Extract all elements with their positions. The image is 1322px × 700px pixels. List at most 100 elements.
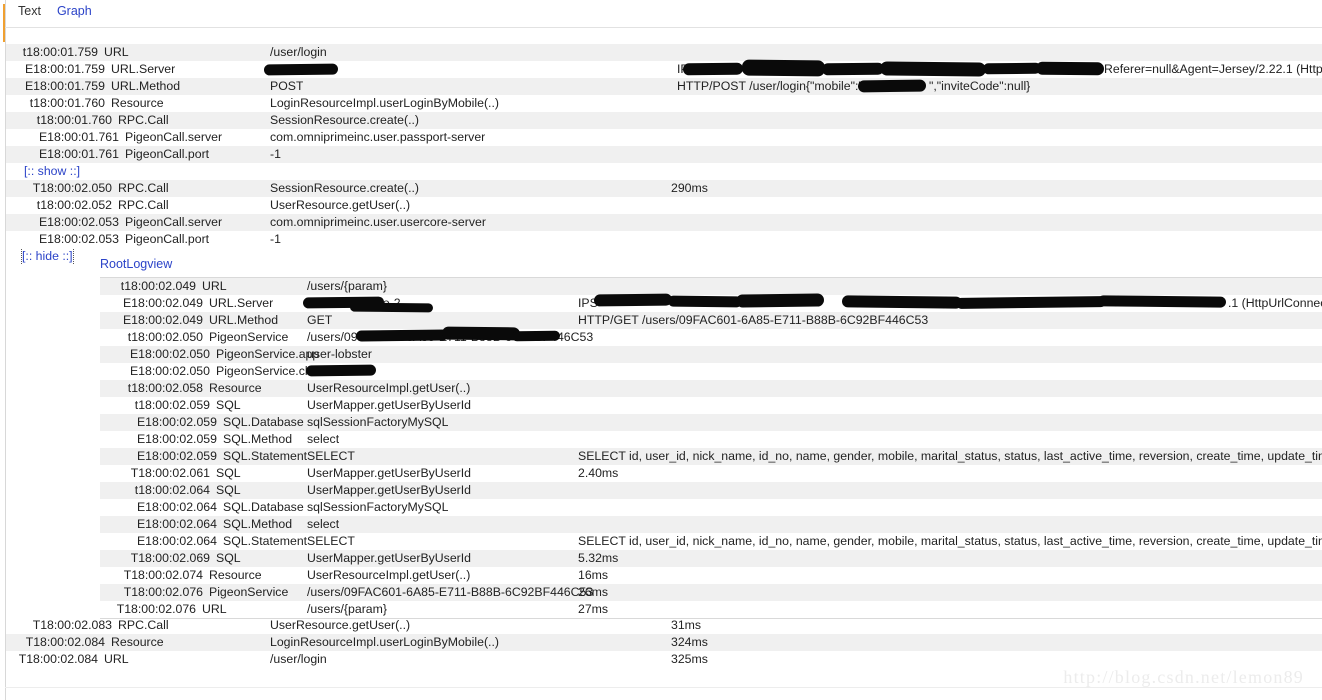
row-type: SQL bbox=[216, 466, 241, 480]
show-toggle-link[interactable]: [:: show ::] bbox=[24, 163, 80, 180]
trace-row[interactable]: E18:00:02.053 PigeonCall.port -1 bbox=[6, 231, 1322, 248]
row-extra: 16ms bbox=[578, 568, 609, 582]
trace-row[interactable]: t18:00:01.760 Resource LoginResourceImpl.u… bbox=[6, 95, 1322, 112]
trace-row[interactable]: T18:00:02.083 RPC.Call UserResource.getUse… bbox=[6, 617, 1322, 634]
row-type: URL bbox=[202, 279, 227, 293]
trace-row[interactable]: T18:00:02.084 Resource LoginResourceImpl.u… bbox=[6, 634, 1322, 651]
row-extra: HTTP/POST /user/login{"mobile":" bbox=[677, 79, 863, 93]
row-timestamp: t18:00:02.064 bbox=[134, 483, 210, 497]
tab-graph[interactable]: Graph bbox=[51, 4, 98, 18]
row-extra: IPS= bbox=[578, 296, 606, 310]
row-value: -1 bbox=[270, 232, 281, 246]
trace-row[interactable]: E18:00:02.059 SQL.Method select bbox=[100, 431, 1322, 448]
row-type: PigeonCall.server bbox=[125, 130, 223, 144]
row-value: SessionResource.create(..) bbox=[270, 113, 419, 127]
trace-row[interactable]: E18:00:02.050 PigeonService.client bbox=[100, 363, 1322, 380]
trace-row[interactable]: E18:00:02.064 SQL.Statement SELECT SELECT i… bbox=[100, 533, 1322, 550]
row-timestamp: E18:00:02.049 bbox=[122, 313, 203, 327]
row-value: LoginResourceImpl.userLoginByMobile(..) bbox=[270, 96, 499, 110]
row-timestamp: t18:00:01.760 bbox=[36, 113, 112, 127]
row-value: sqlSessionFactoryMySQL bbox=[307, 415, 449, 429]
row-extra: SELECT id, user_id, nick_name, id_no, na… bbox=[578, 534, 1322, 548]
trace-row[interactable]: E18:00:02.064 SQL.Method select bbox=[100, 516, 1322, 533]
trace-row[interactable]: t18:00:02.064 SQL UserMapper.getUserByUser… bbox=[100, 482, 1322, 499]
row-type: Resource bbox=[111, 635, 164, 649]
trace-row[interactable]: T18:00:02.076 URL/users/{param} 27ms bbox=[100, 601, 1322, 618]
trace-row[interactable]: E18:00:01.761 PigeonCall.port -1 bbox=[6, 146, 1322, 163]
row-type: Resource bbox=[111, 96, 164, 110]
row-timestamp: E18:00:02.050 bbox=[129, 364, 210, 378]
trace-row[interactable]: T18:00:02.084 URL/user/login 325ms bbox=[6, 651, 1322, 668]
rootlogview-link[interactable]: RootLogview bbox=[100, 256, 172, 273]
trace-row[interactable]: T18:00:02.050 RPC.Call SessionResource.cre… bbox=[6, 180, 1322, 197]
trace-row[interactable]: E18:00:02.049 URL.Method GET HTTP/GET /user… bbox=[100, 312, 1322, 329]
row-value: /users/{param} bbox=[307, 602, 387, 616]
trace-row[interactable]: E18:00:02.059 SQL.Statement SELECT SELECT i… bbox=[100, 448, 1322, 465]
row-type: SQL bbox=[216, 398, 241, 412]
row-value: /users/{param} bbox=[307, 279, 387, 293]
outer-trace-table: t18:00:01.759 URL/user/login E18:00:01.759… bbox=[6, 44, 1322, 265]
toggle-row[interactable]: [:: show ::] bbox=[6, 163, 1322, 180]
trace-row[interactable]: T18:00:02.074 Resource UserResourceImpl.ge… bbox=[100, 567, 1322, 584]
trace-row[interactable]: t18:00:02.050 PigeonService/users/09FAC60… bbox=[100, 329, 1322, 346]
row-value: SELECT bbox=[307, 449, 355, 463]
row-type: Resource bbox=[209, 568, 262, 582]
view-mode-tabbar: Text Graph bbox=[0, 0, 1322, 22]
row-timestamp: t18:00:02.049 bbox=[120, 279, 196, 293]
trace-row[interactable]: T18:00:02.061 SQL UserMapper.getUserByUser… bbox=[100, 465, 1322, 482]
trace-row[interactable]: E18:00:02.053 PigeonCall.server com.omnipr… bbox=[6, 214, 1322, 231]
trace-row[interactable]: E18:00:01.761 PigeonCall.server com.omnipr… bbox=[6, 129, 1322, 146]
row-duration: 31ms bbox=[671, 618, 702, 632]
trace-row[interactable]: t18:00:02.059 SQL UserMapper.getUserByUser… bbox=[100, 397, 1322, 414]
row-timestamp: t18:00:02.058 bbox=[127, 381, 203, 395]
row-timestamp: E18:00:02.059 bbox=[136, 432, 217, 446]
row-duration: 324ms bbox=[671, 635, 708, 649]
row-duration: 325ms bbox=[671, 652, 708, 666]
row-extra-agent: Referer=null&Agent=Jersey/2.22.1 (Http bbox=[1104, 62, 1322, 76]
row-type: RPC.Call bbox=[118, 113, 169, 127]
row-type: URL bbox=[104, 45, 129, 59]
trace-row[interactable]: E18:00:01.759 URL.Method POST HTTP/POST /us… bbox=[6, 78, 1322, 95]
row-timestamp: E18:00:02.059 bbox=[136, 449, 217, 463]
row-type: SQL.Database bbox=[223, 415, 304, 429]
trace-row[interactable]: t18:00:02.058 Resource UserResourceImpl.ge… bbox=[100, 380, 1322, 397]
row-timestamp: E18:00:01.761 bbox=[38, 147, 119, 161]
row-timestamp: T18:00:02.069 bbox=[130, 551, 210, 565]
row-value: UserResourceImpl.getUser(..) bbox=[307, 568, 471, 582]
row-value: /user/login bbox=[270, 45, 327, 59]
row-timestamp: T18:00:02.084 bbox=[25, 635, 105, 649]
trace-row[interactable]: t18:00:01.760 RPC.Call SessionResource.cre… bbox=[6, 112, 1322, 129]
trace-row[interactable]: t18:00:02.052 RPC.Call UserResource.getUse… bbox=[6, 197, 1322, 214]
trace-row[interactable]: E18:00:02.050 PigeonService.app user-lobst… bbox=[100, 346, 1322, 363]
trace-row[interactable]: t18:00:02.049 URL/users/{param} bbox=[100, 278, 1322, 295]
trace-row[interactable]: E18:00:02.049 URL.Server -base-usercore-2 I… bbox=[100, 295, 1322, 312]
row-type: SQL.Database bbox=[223, 500, 304, 514]
row-value: LoginResourceImpl.userLoginByMobile(..) bbox=[270, 635, 499, 649]
row-timestamp: t18:00:02.052 bbox=[36, 198, 112, 212]
row-value: GET bbox=[307, 313, 333, 327]
row-timestamp: T18:00:02.084 bbox=[18, 652, 98, 666]
row-value: select bbox=[307, 517, 340, 531]
tab-text[interactable]: Text bbox=[12, 4, 47, 18]
row-timestamp: T18:00:02.074 bbox=[123, 568, 203, 582]
row-type: SQL.Statement bbox=[223, 534, 308, 548]
trace-row[interactable]: T18:00:02.076 PigeonService/users/09FAC60… bbox=[100, 584, 1322, 601]
row-value: /users/09FAC601-6A85-E711-B88B-6C92BF446… bbox=[307, 585, 594, 599]
trace-row[interactable]: T18:00:02.069 SQL UserMapper.getUserByUser… bbox=[100, 550, 1322, 567]
row-value: /users/09FAC601-6A85-E711-B88B-6C92BF446… bbox=[307, 330, 594, 344]
row-type: PigeonService bbox=[209, 330, 289, 344]
trace-row[interactable]: t18:00:01.759 URL/user/login bbox=[6, 44, 1322, 61]
tabbar-separator bbox=[5, 27, 1322, 28]
row-type: PigeonService.app bbox=[216, 347, 320, 361]
toggle-row[interactable]: [:: hide ::] bbox=[6, 248, 1322, 265]
row-type: SQL.Method bbox=[223, 432, 293, 446]
watermark-text: http://blog.csdn.net/lemon89 bbox=[1063, 667, 1304, 687]
row-timestamp: T18:00:02.076 bbox=[116, 602, 196, 616]
trace-row[interactable]: E18:00:02.064 SQL.Database sqlSessionFacto… bbox=[100, 499, 1322, 516]
trace-row[interactable]: E18:00:02.059 SQL.Database sqlSessionFacto… bbox=[100, 414, 1322, 431]
row-type: SQL bbox=[216, 551, 241, 565]
hide-toggle-link[interactable]: [:: hide ::] bbox=[21, 248, 74, 265]
row-extra-server-tail: .1 (HttpUrlConnec bbox=[1228, 296, 1322, 310]
trace-row[interactable]: E18:00:01.759 URL.Server IPS= Referer=null&… bbox=[6, 61, 1322, 78]
nested-table-top-rule bbox=[100, 277, 1322, 278]
